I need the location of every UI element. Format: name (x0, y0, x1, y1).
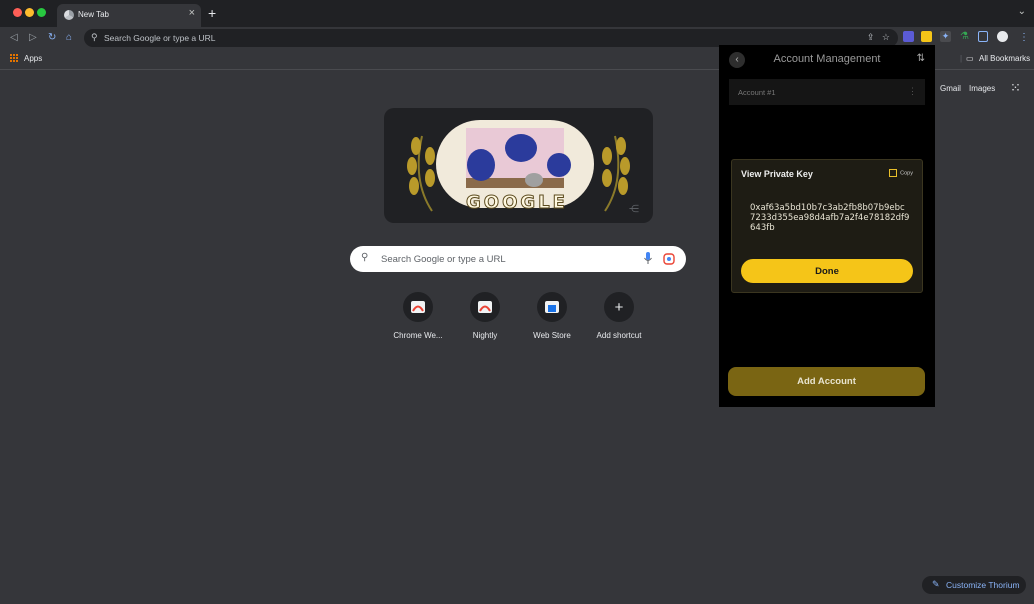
microphone-icon[interactable] (644, 252, 652, 265)
rainbow-site-icon (403, 292, 433, 322)
chevron-down-icon[interactable]: ⌄ (1018, 6, 1026, 17)
omnibox-input[interactable]: Search Google or type a URL (104, 33, 216, 43)
reload-button[interactable]: ↻ (48, 32, 56, 43)
add-shortcut-tile[interactable]: + Add shortcut (589, 292, 649, 340)
apps-bookmark[interactable]: Apps (24, 54, 42, 63)
search-icon: ⚲ (361, 252, 369, 263)
private-key-card: View Private Key Copy 0xaf63a5bd10b7c3ab… (731, 159, 923, 293)
tab-strip: New Tab × + ⌄ (0, 0, 1034, 27)
copy-button[interactable]: Copy (889, 169, 913, 177)
search-icon: ⚲ (91, 32, 98, 42)
doodle-logo-text: GOOGLE (466, 192, 568, 214)
account-row[interactable]: Account #1 ⋮ (729, 79, 925, 105)
google-apps-icon[interactable]: ⁙ (1010, 80, 1021, 96)
shortcut-label: Add shortcut (596, 331, 642, 340)
folder-icon: ▭ (966, 54, 974, 63)
home-button[interactable]: ⌂ (66, 32, 72, 43)
more-options-icon[interactable]: ⋮ (908, 86, 917, 97)
new-tab-button[interactable]: + (208, 5, 216, 21)
pencil-icon: ✎ (932, 579, 940, 589)
puzzle-icon[interactable]: ✦ (940, 31, 951, 42)
plus-icon: + (604, 292, 634, 322)
account-name: Account #1 (738, 88, 776, 97)
ntp-search-input[interactable]: Search Google or type a URL (381, 254, 506, 265)
panel-title: Account Management (773, 53, 881, 65)
shortcut-label: Chrome We... (393, 331, 443, 340)
laurel-right-icon (602, 135, 630, 212)
shortcut-tile[interactable]: Chrome We... (388, 292, 448, 340)
wallet-extension-popup: ‹ Account Management ⇅ Account #1 ⋮ View… (719, 45, 935, 407)
web-store-icon (537, 292, 567, 322)
extension-icon[interactable] (903, 31, 914, 42)
zoom-window-button[interactable] (37, 8, 46, 17)
private-key-heading: View Private Key (741, 169, 813, 179)
done-button[interactable]: Done (741, 259, 913, 283)
chromium-icon (64, 10, 74, 20)
google-lens-icon[interactable] (663, 253, 675, 265)
gmail-link[interactable]: Gmail (940, 84, 961, 93)
profile-icon[interactable] (997, 31, 1008, 42)
menu-icon[interactable]: ⋮ (1019, 32, 1029, 43)
shortcut-label: Nightly (472, 331, 498, 340)
shortcut-tile[interactable]: Nightly (455, 292, 515, 340)
minimize-window-button[interactable] (25, 8, 34, 17)
extension-icon[interactable]: ⚗ (959, 31, 970, 42)
sidepanel-icon[interactable] (978, 31, 988, 42)
shortcut-tile[interactable]: Web Store (522, 292, 582, 340)
private-key-value: 0xaf63a5bd10b7c3ab2fb8b07b9ebc7233d355ea… (750, 203, 910, 233)
tab-title: New Tab (78, 10, 109, 19)
ntp-search-box[interactable]: ⚲ Search Google or type a URL (350, 246, 686, 272)
copy-label: Copy (900, 170, 913, 177)
tab-new-tab[interactable]: New Tab × (57, 4, 201, 27)
laurel-left-icon (407, 135, 435, 212)
close-tab-icon[interactable]: × (189, 7, 195, 19)
copy-icon (889, 169, 898, 177)
share-icon[interactable]: ⋲ (629, 204, 639, 215)
rainbow-site-icon (470, 292, 500, 322)
bookmark-star-icon[interactable]: ☆ (882, 32, 890, 42)
all-bookmarks-button[interactable]: All Bookmarks (979, 54, 1030, 63)
shortcut-label: Web Store (533, 331, 571, 340)
forward-button[interactable]: ▷ (29, 32, 37, 43)
customize-label: Customize Thorium (946, 580, 1020, 590)
share-icon[interactable]: ⇪ (867, 32, 875, 42)
add-account-button[interactable]: Add Account (728, 367, 925, 396)
back-button[interactable]: ◁ (10, 32, 18, 43)
apps-grid-icon (10, 54, 19, 63)
extension-icon[interactable] (921, 31, 932, 42)
images-link[interactable]: Images (969, 84, 995, 93)
google-doodle[interactable]: GOOGLE ⋲ (384, 108, 653, 223)
customize-button[interactable]: ✎ Customize Thorium (922, 576, 1026, 594)
close-window-button[interactable] (13, 8, 22, 17)
sort-icon[interactable]: ⇅ (917, 53, 925, 64)
